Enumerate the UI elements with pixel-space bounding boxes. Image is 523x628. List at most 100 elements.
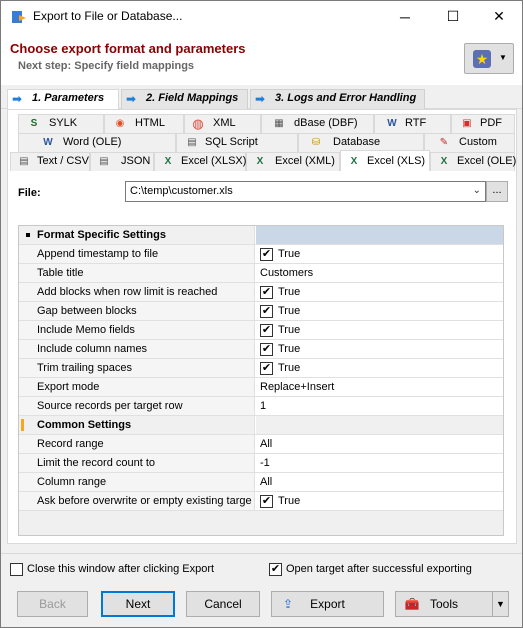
setting-name: Include column names (19, 340, 255, 358)
checkbox[interactable]: ✔ (260, 286, 273, 299)
format-tabs-row-3: ▤ Text / CSV ▤ JSON X Excel (XLSX) X Exc… (8, 150, 516, 171)
setting-row-source-records-per-row[interactable]: Source records per target row 1 (19, 397, 503, 416)
word-icon: W (43, 137, 53, 148)
checkbox[interactable]: ✔ (260, 495, 273, 508)
custom-icon: ✎ (439, 137, 449, 148)
step-field-mappings[interactable]: ➡ 2. Field Mappings (121, 89, 248, 109)
checkbox[interactable]: ✔ (260, 362, 273, 375)
setting-value[interactable]: All (256, 473, 503, 491)
setting-value[interactable]: Customers (256, 264, 503, 282)
next-button[interactable]: Next (101, 591, 175, 617)
step-label: 2. Field Mappings (146, 92, 239, 104)
setting-name: Trim trailing spaces (19, 359, 255, 377)
setting-name: Table title (19, 264, 255, 282)
checkbox[interactable]: ✔ (260, 343, 273, 356)
checkbox[interactable]: ✔ (260, 248, 273, 261)
file-path-value: C:\temp\customer.xls (130, 185, 233, 197)
section-marker (21, 419, 24, 431)
pdf-icon: ▣ (462, 118, 472, 129)
sylk-icon: S (30, 118, 38, 129)
step-logs-error-handling[interactable]: ➡ 3. Logs and Error Handling (250, 89, 425, 109)
step-label: 1. Parameters (32, 92, 105, 104)
setting-name: Gap between blocks (19, 302, 255, 320)
setting-value[interactable]: 1 (256, 397, 503, 415)
footer-separator (1, 553, 522, 554)
tab-xml[interactable]: ◍ XML (184, 114, 261, 133)
tab-html[interactable]: ◉ HTML (104, 114, 184, 133)
tab-json[interactable]: ▤ JSON (90, 152, 154, 171)
tab-sylk[interactable]: S SYLK (18, 114, 104, 133)
arrow-right-icon: ➡ (126, 92, 137, 106)
window-title: Export to File or Database... (33, 9, 183, 23)
dbf-icon: ▦ (274, 118, 284, 129)
checkbox[interactable]: ✔ (260, 324, 273, 337)
tab-dbase[interactable]: ▦ dBase (DBF) (261, 114, 374, 133)
format-tabs-row-1: S SYLK ◉ HTML ◍ XML ▦ dBase (DBF) W RTF … (8, 114, 516, 133)
setting-row-record-range[interactable]: Record range All (19, 435, 503, 454)
tab-rtf[interactable]: W RTF (374, 114, 451, 133)
setting-row-column-range[interactable]: Column range All (19, 473, 503, 492)
cancel-button[interactable]: Cancel (186, 591, 260, 617)
setting-row-ask-before-overwrite[interactable]: Ask before overwrite or empty existing t… (19, 492, 503, 511)
arrow-right-icon: ➡ (255, 92, 266, 106)
setting-row-include-column-names[interactable]: Include column names ✔ True (19, 340, 503, 359)
html-icon: ◉ (115, 118, 125, 129)
section-format-specific[interactable]: Format Specific Settings (19, 226, 503, 245)
tab-sql-script[interactable]: ▤ SQL Script (176, 133, 298, 152)
setting-row-gap-between-blocks[interactable]: Gap between blocks ✔ True (19, 302, 503, 321)
setting-name: Add blocks when row limit is reached (19, 283, 255, 301)
section-common-settings[interactable]: Common Settings (19, 416, 503, 435)
tab-excel-xlsx[interactable]: X Excel (XLSX) (154, 152, 246, 171)
collapse-icon[interactable] (26, 233, 30, 237)
excel-icon: X (440, 156, 448, 167)
setting-row-export-mode[interactable]: Export mode Replace+Insert (19, 378, 503, 397)
text-icon: ▤ (19, 156, 29, 167)
setting-value: True (278, 324, 301, 336)
tab-excel-xml[interactable]: X Excel (XML) (246, 152, 340, 171)
step-parameters[interactable]: ➡ 1. Parameters (7, 89, 119, 109)
setting-row-limit-record-count[interactable]: Limit the record count to -1 (19, 454, 503, 473)
maximize-button[interactable]: ☐ (430, 1, 476, 32)
chevron-down-icon[interactable]: ⌄ (473, 185, 481, 196)
setting-row-table-title[interactable]: Table title Customers (19, 264, 503, 283)
setting-value[interactable]: Replace+Insert (256, 378, 503, 396)
setting-value: True (278, 305, 301, 317)
tab-excel-xls[interactable]: X Excel (XLS) (340, 150, 430, 171)
tab-custom[interactable]: ✎ Custom (424, 133, 515, 152)
sql-icon: ▤ (187, 137, 197, 148)
tools-button[interactable]: 🧰 Tools (395, 591, 493, 617)
setting-row-trim-trailing-spaces[interactable]: Trim trailing spaces ✔ True (19, 359, 503, 378)
file-label: File: (18, 187, 41, 199)
tab-word-ole[interactable]: W Word (OLE) (18, 133, 176, 152)
tab-pdf[interactable]: ▣ PDF (451, 114, 515, 133)
close-button[interactable]: ✕ (476, 1, 522, 32)
export-icon: ⇪ (282, 597, 294, 611)
file-path-input[interactable]: C:\temp\customer.xls ⌄ (125, 181, 486, 202)
checkbox[interactable]: ✔ (260, 305, 273, 318)
tools-dropdown-button[interactable]: ▼ (492, 591, 509, 617)
section-title: Format Specific Settings (37, 229, 166, 241)
step-label: 3. Logs and Error Handling (275, 92, 417, 104)
tab-excel-ole[interactable]: X Excel (OLE) (430, 152, 516, 171)
back-button[interactable]: Back (17, 591, 88, 617)
parameters-panel: S SYLK ◉ HTML ◍ XML ▦ dBase (DBF) W RTF … (7, 109, 517, 544)
wizard-header: Choose export format and parameters Next… (1, 32, 522, 85)
json-icon: ▤ (99, 156, 109, 167)
browse-button[interactable]: ... (486, 181, 508, 202)
setting-name: Source records per target row (19, 397, 255, 415)
favorites-button[interactable]: ★ ▼ (464, 43, 514, 74)
checkbox[interactable] (10, 563, 23, 576)
setting-row-add-blocks[interactable]: Add blocks when row limit is reached ✔ Tr… (19, 283, 503, 302)
minimize-button[interactable]: ─ (382, 1, 428, 32)
checkbox[interactable]: ✔ (269, 563, 282, 576)
excel-icon: X (164, 156, 172, 167)
toolbox-icon: 🧰 (404, 597, 420, 611)
setting-row-include-memo[interactable]: Include Memo fields ✔ True (19, 321, 503, 340)
tab-text-csv[interactable]: ▤ Text / CSV (10, 152, 90, 171)
checkbox-label: Open target after successful exporting (286, 563, 472, 575)
export-button[interactable]: ⇪ Export (271, 591, 384, 617)
setting-row-append-timestamp[interactable]: Append timestamp to file ✔ True (19, 245, 503, 264)
setting-value[interactable]: All (256, 435, 503, 453)
setting-value[interactable]: -1 (256, 454, 503, 472)
setting-name: Limit the record count to (19, 454, 255, 472)
